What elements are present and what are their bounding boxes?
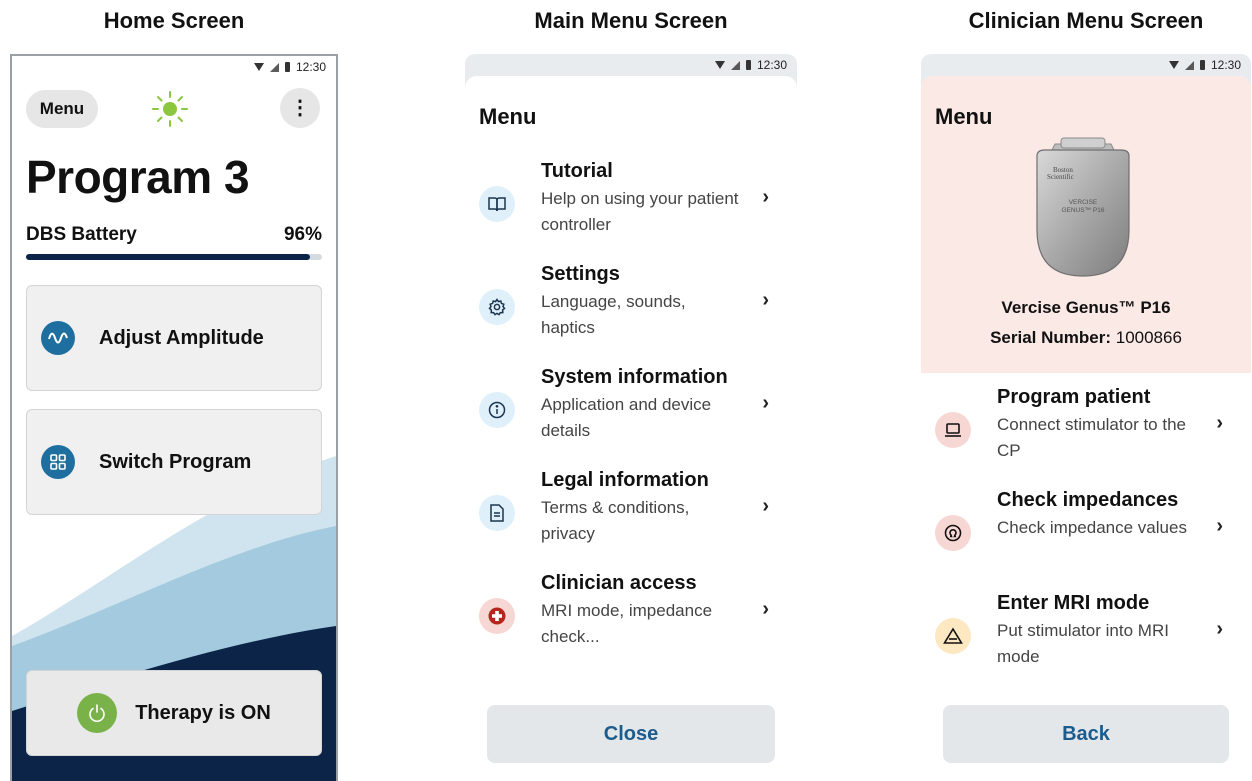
menu-item-settings[interactable]: Settings Language, sounds, haptics › — [479, 263, 783, 363]
status-time: 12:30 — [756, 58, 787, 72]
menu-item-subtitle: Put stimulator into MRI mode — [997, 621, 1169, 666]
menu-item-title: Legal information — [541, 469, 709, 491]
document-icon — [479, 495, 515, 531]
device-brand-line2: Scientific — [1047, 173, 1074, 181]
main-menu-screen: 12:30 Menu Tutorial Help on using your p… — [465, 54, 797, 781]
therapy-status-label: Therapy is ON — [135, 701, 271, 724]
therapy-toggle-button[interactable]: Therapy is ON — [26, 670, 322, 756]
serial-number-value: 1000866 — [1115, 328, 1182, 347]
status-bar: 12:30 — [921, 54, 1251, 76]
waveform-icon — [41, 321, 75, 355]
book-icon — [479, 186, 515, 222]
menu-button[interactable]: Menu — [26, 90, 98, 128]
battery-row: DBS Battery 96% — [26, 224, 322, 246]
menu-item-subtitle: Application and device details — [541, 395, 712, 440]
serial-number-row: Serial Number: 1000866 — [990, 328, 1182, 347]
menu-item-subtitle: MRI mode, impedance check... — [541, 601, 713, 646]
serial-number-label: Serial Number — [990, 328, 1106, 347]
program-title: Program 3 — [26, 151, 250, 203]
menu-item-title: System information — [541, 366, 728, 388]
menu-item-title: Tutorial — [541, 160, 613, 182]
switch-program-label: Switch Program — [99, 450, 252, 473]
menu-item-title: Settings — [541, 263, 620, 285]
battery-progress-bar — [26, 254, 322, 260]
more-options-button[interactable]: ⋮ — [280, 88, 320, 128]
clinician-menu-screen: 12:30 Menu Boston Scientific VERCISE GEN… — [921, 54, 1251, 781]
wifi-icon — [253, 63, 264, 71]
menu-item-title: Clinician access — [541, 572, 697, 594]
menu-item-subtitle: Connect stimulator to the CP — [997, 415, 1186, 460]
menu-sheet: Menu Tutorial Help on using your patient… — [465, 76, 797, 781]
device-panel: Menu Boston Scientific VERCISE GENUS™ P1… — [921, 76, 1251, 373]
menu-item-title: Check impedances — [997, 489, 1179, 511]
back-button[interactable]: Back — [943, 705, 1229, 763]
caption-clinician-menu-screen: Clinician Menu Screen — [968, 8, 1204, 33]
menu-item-subtitle: Terms & conditions, privacy — [541, 498, 690, 543]
caption-home-screen: Home Screen — [103, 8, 245, 33]
status-bar: 12:30 — [465, 54, 797, 76]
chevron-right-icon: › — [762, 598, 769, 620]
menu-item-title: Program patient — [997, 386, 1151, 408]
chevron-right-icon: › — [762, 186, 769, 208]
close-button[interactable]: Close — [487, 705, 775, 763]
battery-icon — [1199, 60, 1205, 70]
medical-cross-icon — [479, 598, 515, 634]
caption-main-menu-screen: Main Menu Screen — [534, 8, 728, 33]
chevron-right-icon: › — [762, 289, 769, 311]
device-model-line2: GENUS™ P16 — [1062, 207, 1105, 214]
chevron-right-icon: › — [1216, 515, 1223, 537]
menu-item-tutorial[interactable]: Tutorial Help on using your patient cont… — [479, 160, 783, 260]
menu-item-title: Enter MRI mode — [997, 592, 1150, 614]
mri-warning-icon — [935, 618, 971, 654]
menu-item-subtitle: Help on using your patient controller — [541, 189, 739, 234]
status-time: 12:30 — [295, 60, 326, 74]
signal-icon — [269, 62, 279, 72]
menu-item-enter-mri-mode[interactable]: Enter MRI mode Put stimulator into MRI m… — [935, 592, 1237, 692]
home-screen: 12:30 Menu ⋮ Program 3 DBS Battery 96% A… — [10, 54, 338, 781]
battery-icon — [745, 60, 751, 70]
device-model-line1: VERCISE — [1069, 199, 1098, 206]
menu-title: Menu — [935, 104, 993, 129]
grid-icon — [41, 445, 75, 479]
switch-program-button[interactable]: Switch Program — [26, 409, 322, 515]
stimulator-device-image: Boston Scientific VERCISE GENUS™ P16 — [1036, 137, 1130, 277]
signal-icon — [1184, 60, 1194, 70]
status-bar: 12:30 — [12, 56, 336, 78]
wifi-icon — [714, 61, 725, 69]
menu-item-subtitle: Check impedance values — [997, 518, 1187, 537]
info-icon — [479, 392, 515, 428]
laptop-icon — [935, 412, 971, 448]
power-icon — [77, 693, 118, 733]
status-time: 12:30 — [1210, 58, 1241, 72]
battery-label: DBS Battery — [26, 224, 137, 245]
menu-item-system-information[interactable]: System information Application and devic… — [479, 366, 783, 466]
battery-progress-fill — [26, 254, 311, 260]
menu-title: Menu — [479, 104, 537, 129]
chevron-right-icon: › — [762, 495, 769, 517]
menu-item-legal-information[interactable]: Legal information Terms & conditions, pr… — [479, 469, 783, 569]
menu-item-program-patient[interactable]: Program patient Connect stimulator to th… — [935, 386, 1237, 486]
chevron-right-icon: › — [1216, 412, 1223, 434]
menu-item-check-impedances[interactable]: Check impedances Check impedance values … — [935, 489, 1237, 589]
more-vertical-icon: ⋮ — [290, 97, 310, 119]
menu-item-subtitle: Language, sounds, haptics — [541, 292, 686, 337]
chevron-right-icon: › — [1216, 618, 1223, 640]
battery-icon — [284, 62, 290, 72]
wifi-icon — [1168, 61, 1179, 69]
menu-item-clinician-access[interactable]: Clinician access MRI mode, impedance che… — [479, 572, 783, 672]
sun-icon — [152, 91, 188, 127]
battery-percent: 96% — [283, 224, 322, 245]
device-name: Vercise Genus™ P16 — [1001, 298, 1171, 317]
adjust-amplitude-button[interactable]: Adjust Amplitude — [26, 285, 322, 391]
signal-icon — [730, 60, 740, 70]
menu-sheet: Menu Boston Scientific VERCISE GENUS™ P1… — [921, 76, 1251, 781]
gear-icon — [479, 289, 515, 325]
adjust-amplitude-label: Adjust Amplitude — [99, 326, 264, 349]
chevron-right-icon: › — [762, 392, 769, 414]
omega-icon — [935, 515, 971, 551]
